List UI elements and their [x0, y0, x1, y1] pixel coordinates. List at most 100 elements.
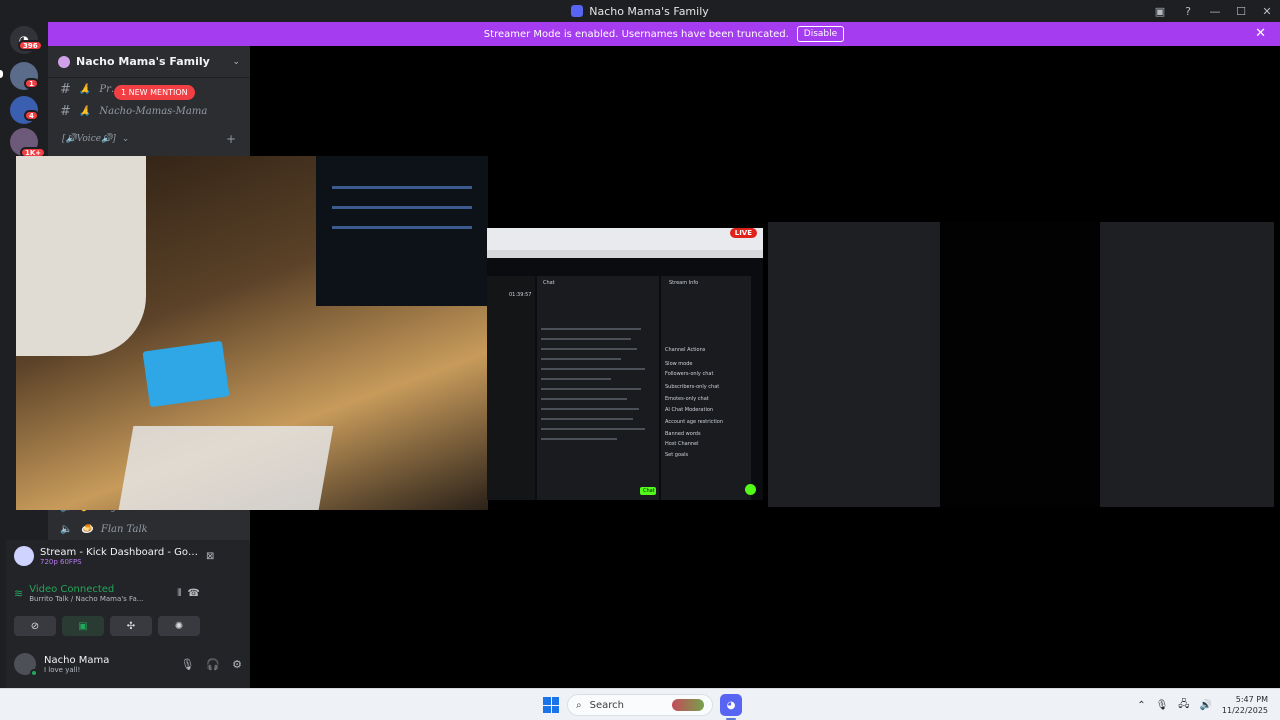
user-status: I love yall!	[44, 665, 81, 674]
action-item[interactable]: Emotes-only chat	[665, 396, 709, 402]
chat-message-line	[541, 438, 617, 440]
add-channel-icon[interactable]: +	[226, 132, 236, 146]
monitor-line	[332, 186, 472, 189]
voice-category[interactable]: [🔊Voice🔊] ⌄ +	[48, 128, 250, 150]
action-item[interactable]: Subscribers-only chat	[665, 384, 719, 390]
online-status-dot	[30, 669, 38, 677]
camera-stream-tile[interactable]	[16, 156, 488, 510]
help-icon[interactable]: ?	[1174, 0, 1202, 22]
chat-message-line	[541, 388, 641, 390]
hash-icon: #	[60, 81, 71, 97]
window-titlebar: Nacho Mama's Family ▣ ? — ☐ ✕	[0, 0, 1280, 22]
camera-off-button[interactable]: ⊘	[14, 616, 56, 636]
chevron-up-icon[interactable]: ⌃	[1137, 700, 1145, 711]
discord-taskbar-icon[interactable]: ◕	[720, 694, 742, 716]
camera-person	[16, 156, 146, 356]
headphones-icon[interactable]: 🎧	[206, 658, 220, 671]
action-item[interactable]: Slow mode	[665, 361, 692, 367]
signal-icon[interactable]: ≋	[14, 587, 23, 600]
send-chat-label: Chat	[643, 488, 655, 494]
participant-video-tile[interactable]	[940, 222, 1100, 507]
chat-message-line	[541, 398, 627, 400]
microphone-icon[interactable]: 🎙	[1156, 700, 1169, 711]
user-name: Nacho Mama	[44, 654, 110, 666]
minimize-button[interactable]: —	[1202, 0, 1228, 22]
close-window-button[interactable]: ✕	[1254, 0, 1280, 22]
voice-connection-panel: Stream - Kick Dashboard - Google ... 720…	[6, 540, 250, 640]
clock-date: 11/22/2025	[1221, 706, 1268, 715]
stream-info-label: Stream Info	[669, 280, 699, 286]
stream-title: Stream - Kick Dashboard - Google ...	[40, 546, 200, 558]
channel-name: Flan Talk	[100, 523, 148, 535]
stop-stream-icon[interactable]: ⊠	[206, 551, 214, 562]
unread-pill	[0, 70, 3, 78]
system-tray: ⌃ 🎙 🖧 🔊 5:47 PM 11/22/2025	[1137, 689, 1268, 720]
home-badge: 396	[18, 40, 43, 51]
soundboard-button[interactable]: ✺	[158, 616, 200, 636]
start-button[interactable]	[543, 697, 559, 713]
voice-status: ≋ Video Connected Burrito Talk / Nacho M…	[14, 584, 200, 603]
close-icon[interactable]: ✕	[1255, 26, 1266, 41]
camera-monitor	[316, 156, 488, 306]
taskbar-search[interactable]: ⌕ Search	[567, 694, 713, 716]
search-icon: ⌕	[576, 699, 582, 711]
guild-header[interactable]: Nacho Mama's Family ⌄	[48, 46, 250, 78]
bead-tray	[142, 340, 230, 408]
channel-name: Nacho-Mamas-Mama	[99, 105, 208, 117]
channel-item[interactable]: # 🙏 Nacho-Mamas-Mama	[48, 100, 250, 122]
streamer-mode-banner: Streamer Mode is enabled. Usernames have…	[48, 22, 1280, 46]
noise-suppression-icon[interactable]: ⦀	[177, 588, 181, 599]
participant-tile[interactable]	[1100, 222, 1274, 507]
channel-emoji: 🙏	[78, 83, 92, 95]
hash-icon: #	[60, 103, 71, 119]
volume-icon[interactable]: 🔊	[1199, 700, 1211, 711]
clock-time: 5:47 PM	[1235, 695, 1268, 704]
action-item[interactable]: Host Channel	[665, 441, 699, 447]
participant-tile[interactable]	[768, 222, 940, 507]
new-mention-pill[interactable]: 1 NEW MENTION	[114, 85, 195, 100]
server-icon	[571, 5, 584, 17]
disable-button[interactable]: Disable	[796, 26, 845, 42]
monitor-line	[332, 226, 472, 229]
stream-quality: 720p 60FPS	[40, 557, 82, 566]
channel-actions-label: Channel Actions	[665, 347, 706, 353]
dashboard-left-panel	[487, 276, 535, 500]
gear-icon[interactable]: ⚙	[232, 658, 242, 671]
server-badge-1: 1	[24, 78, 39, 89]
voice-channel-item[interactable]: 🔈 🍮 Flan Talk	[48, 518, 250, 540]
chevron-down-icon: ⌄	[121, 134, 130, 144]
search-placeholder: Search	[589, 699, 624, 711]
windows-logo-icon	[551, 697, 559, 705]
stream-avatar	[14, 546, 34, 566]
action-item[interactable]: Set goals	[665, 452, 688, 458]
channel-emoji: 🍮	[80, 523, 93, 535]
monitor-line	[332, 206, 472, 209]
windows-logo-icon	[551, 705, 559, 713]
microphone-icon[interactable]: 🎙	[180, 658, 194, 671]
action-item[interactable]: AI Chat Moderation	[665, 407, 713, 413]
action-item[interactable]: Account age restriction	[665, 419, 723, 425]
activities-button[interactable]: ✣	[110, 616, 152, 636]
basket	[118, 426, 334, 510]
screen-share-button[interactable]: ▣	[62, 616, 104, 636]
guild-name: Nacho Mama's Family	[76, 55, 210, 68]
chat-message-line	[541, 328, 641, 330]
server-badge-2: 4	[24, 110, 39, 121]
voice-channel-path[interactable]: Burrito Talk / Nacho Mama's Fa...	[29, 595, 169, 603]
network-icon[interactable]: 🖧	[1178, 697, 1189, 714]
chat-message-line	[541, 368, 645, 370]
browser-toolbar	[487, 228, 763, 250]
go-live-icon[interactable]	[745, 484, 756, 495]
browser-bookmarks	[487, 250, 763, 258]
action-item[interactable]: Followers-only chat	[665, 371, 713, 377]
avatar[interactable]	[14, 653, 38, 677]
chat-message-line	[541, 418, 633, 420]
maximize-button[interactable]: ☐	[1228, 0, 1254, 22]
inbox-icon[interactable]: ▣	[1146, 0, 1174, 22]
screen-share-tile[interactable]: LIVE 01:39:57 Chat Stream Info Channel A…	[487, 228, 763, 500]
window-title: Nacho Mama's Family	[571, 5, 709, 18]
voice-status-label: Video Connected	[29, 584, 115, 595]
action-item[interactable]: Banned words	[665, 431, 701, 437]
disconnect-icon[interactable]: ☎	[188, 588, 200, 599]
clock[interactable]: 5:47 PM 11/22/2025	[1222, 694, 1268, 716]
